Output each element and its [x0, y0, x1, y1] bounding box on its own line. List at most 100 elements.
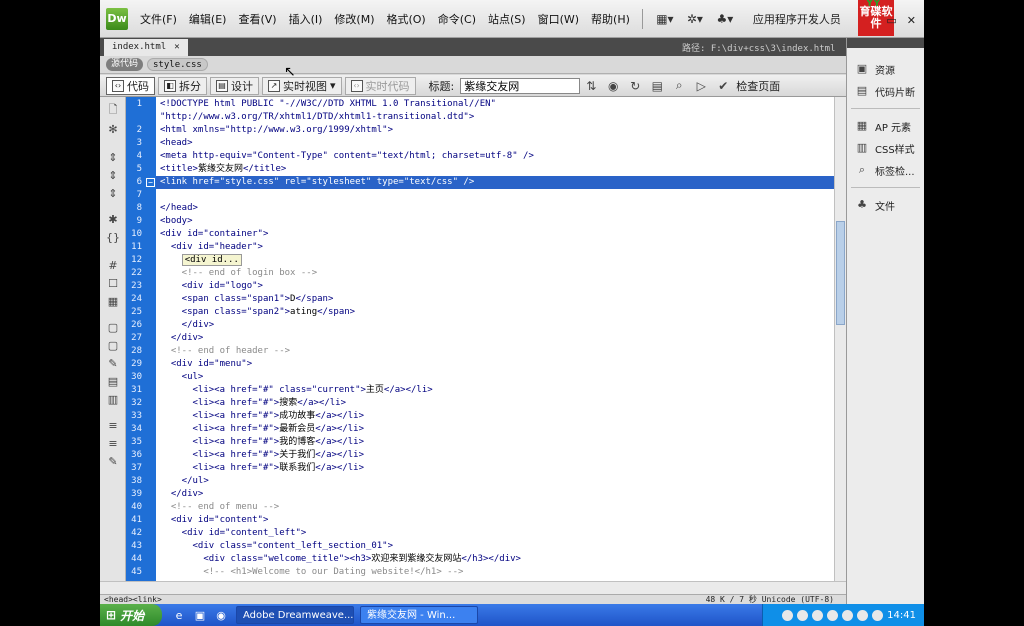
firefox-icon[interactable]: ◉ — [212, 609, 230, 622]
syntax-error-icon[interactable]: ▦ — [106, 295, 120, 309]
scroll-thumb[interactable] — [836, 221, 845, 325]
inspect-icon[interactable]: ⌕ — [668, 78, 690, 93]
tray-icon[interactable] — [842, 609, 854, 621]
code-line: <div id="header"> — [160, 242, 263, 252]
show-code-navigator-icon[interactable]: ✻ — [106, 123, 120, 137]
tray-icon[interactable] — [857, 609, 869, 621]
shield-icon[interactable] — [872, 609, 884, 621]
line-numbers-icon[interactable]: # — [106, 259, 120, 273]
live-view-button[interactable]: ↗ 实时视图 ▾ — [262, 76, 342, 95]
line-number: 2 — [136, 125, 142, 135]
site-icon[interactable]: ♣▾ — [711, 9, 739, 29]
line-number: 3 — [136, 138, 142, 148]
panel-header — [847, 38, 924, 48]
refresh-icon[interactable]: ↻ — [624, 79, 646, 93]
menu-file[interactable]: 文件(F) — [134, 11, 183, 27]
line-number: 29 — [131, 359, 142, 369]
extensions-gear-icon[interactable]: ✲▾ — [681, 9, 709, 29]
highlight-invalid-icon[interactable]: ☐ — [106, 277, 120, 291]
collapse-tag-icon[interactable]: ⇕ — [106, 151, 120, 165]
file-management-icon[interactable]: ⇅ — [580, 79, 602, 93]
line-number: 11 — [131, 242, 142, 252]
open-documents-icon[interactable]: 🗋 — [106, 103, 120, 117]
style-css-button[interactable]: style.css — [147, 58, 208, 71]
split-view-button[interactable]: ◧ 拆分 — [158, 76, 207, 95]
tray-icon[interactable] — [812, 609, 824, 621]
validate-icon[interactable]: ▷ — [690, 79, 712, 93]
panel-files[interactable]: ♣ 文件 — [847, 194, 924, 216]
line-number: 28 — [131, 346, 142, 356]
code-line: </div> — [160, 320, 215, 330]
preview-browser-icon[interactable]: ◉ — [602, 79, 624, 93]
live-code-button[interactable]: ‹› 实时代码 — [344, 76, 416, 95]
chevron-down-icon[interactable]: ▾ — [330, 79, 336, 92]
line-number: 41 — [131, 515, 142, 525]
tag-selector[interactable]: <head><link> — [104, 595, 162, 604]
mouse-cursor-icon: ↖ — [284, 64, 296, 80]
remove-comment-icon[interactable]: ▢ — [106, 339, 120, 353]
move-css-icon[interactable]: ▥ — [106, 393, 120, 407]
select-parent-tag-icon[interactable]: ✱ — [106, 213, 120, 227]
tray-icon[interactable] — [797, 609, 809, 621]
menu-edit[interactable]: 编辑(E) — [183, 11, 233, 27]
start-button[interactable]: ⊞ 开始 — [100, 604, 162, 626]
system-tray: 14:41 — [762, 604, 924, 626]
close-icon[interactable]: ✕ — [907, 14, 916, 27]
panel-css-styles[interactable]: ▥ CSS样式 — [847, 137, 924, 159]
code-line: <div id="content"> — [160, 515, 269, 525]
tray-icon[interactable] — [782, 609, 794, 621]
workspace-switcher[interactable]: 应用程序开发人员 — [753, 11, 841, 27]
check-page-icon[interactable]: ✔ — [712, 79, 734, 93]
code-line: <li><a href="#" class="current">主页</a></… — [160, 385, 433, 395]
code-line: <body> — [160, 216, 193, 226]
panel-snippets[interactable]: ▤ 代码片断 — [847, 80, 924, 102]
line-number: 39 — [131, 489, 142, 499]
code-line: <!-- end of header --> — [160, 346, 291, 356]
outdent-icon[interactable]: ≡ — [106, 437, 120, 451]
format-source-icon[interactable]: ✎ — [106, 455, 120, 469]
fold-minus-icon[interactable]: − — [146, 178, 155, 187]
collapsed-code-block[interactable]: <div id... — [181, 254, 242, 266]
menu-window[interactable]: 窗口(W) — [532, 11, 585, 27]
check-page-button[interactable]: 检查页面 — [736, 78, 780, 94]
task-browser[interactable]: 紫缘交友网 - Win... — [360, 606, 478, 624]
panel-ap-elements[interactable]: ▦ AP 元素 — [847, 115, 924, 137]
close-tab-icon[interactable]: ✕ — [174, 39, 179, 56]
layout-icon[interactable]: ▦▾ — [651, 9, 679, 29]
line-number: 10 — [131, 229, 142, 239]
balance-braces-icon[interactable]: {} — [106, 231, 120, 245]
menu-insert[interactable]: 插入(I) — [283, 11, 329, 27]
indent-icon[interactable]: ≡ — [106, 419, 120, 433]
title-input[interactable] — [460, 77, 581, 94]
explorer-icon[interactable]: ▣ — [191, 609, 209, 622]
recent-snippets-icon[interactable]: ▤ — [106, 375, 120, 389]
code-line: <head> — [160, 138, 193, 148]
horizontal-scrollbar[interactable] — [100, 581, 846, 594]
line-number: 40 — [131, 502, 142, 512]
visual-aids-icon[interactable]: ▤ — [646, 79, 668, 93]
menu-commands[interactable]: 命令(C) — [432, 11, 482, 27]
menu-site[interactable]: 站点(S) — [482, 11, 532, 27]
apply-comment-icon[interactable]: ▢ — [106, 321, 120, 335]
source-code-button[interactable]: 源代码 — [106, 58, 144, 71]
panel-tag-inspector[interactable]: ⌕ 标签检... — [847, 159, 924, 181]
design-view-button[interactable]: ▤ 设计 — [210, 76, 259, 95]
document-tab[interactable]: index.html ✕ — [104, 39, 188, 56]
tray-icon[interactable] — [827, 609, 839, 621]
menu-modify[interactable]: 修改(M) — [328, 11, 380, 27]
code-line: <!-- end of login box --> — [160, 268, 318, 278]
expand-all-icon[interactable]: ⇕ — [106, 187, 120, 201]
ie-icon[interactable]: e — [170, 609, 188, 622]
menu-view[interactable]: 查看(V) — [232, 11, 282, 27]
menu-format[interactable]: 格式(O) — [380, 11, 431, 27]
code-view-button[interactable]: ‹› 代码 — [106, 76, 155, 95]
task-dreamweaver[interactable]: Adobe Dreamweave... — [236, 606, 354, 624]
vertical-scrollbar[interactable] — [834, 97, 846, 581]
collapse-selection-icon[interactable]: ⇕ — [106, 169, 120, 183]
panel-assets[interactable]: ▣ 资源 — [847, 58, 924, 80]
wrap-tag-icon[interactable]: ✎ — [106, 357, 120, 371]
code-editor[interactable]: <!DOCTYPE html PUBLIC "-//W3C//DTD XHTML… — [156, 97, 834, 581]
snippets-icon: ▤ — [856, 84, 868, 97]
menu-help[interactable]: 帮助(H) — [585, 11, 636, 27]
minimize-icon[interactable]: ▭ — [886, 14, 896, 27]
